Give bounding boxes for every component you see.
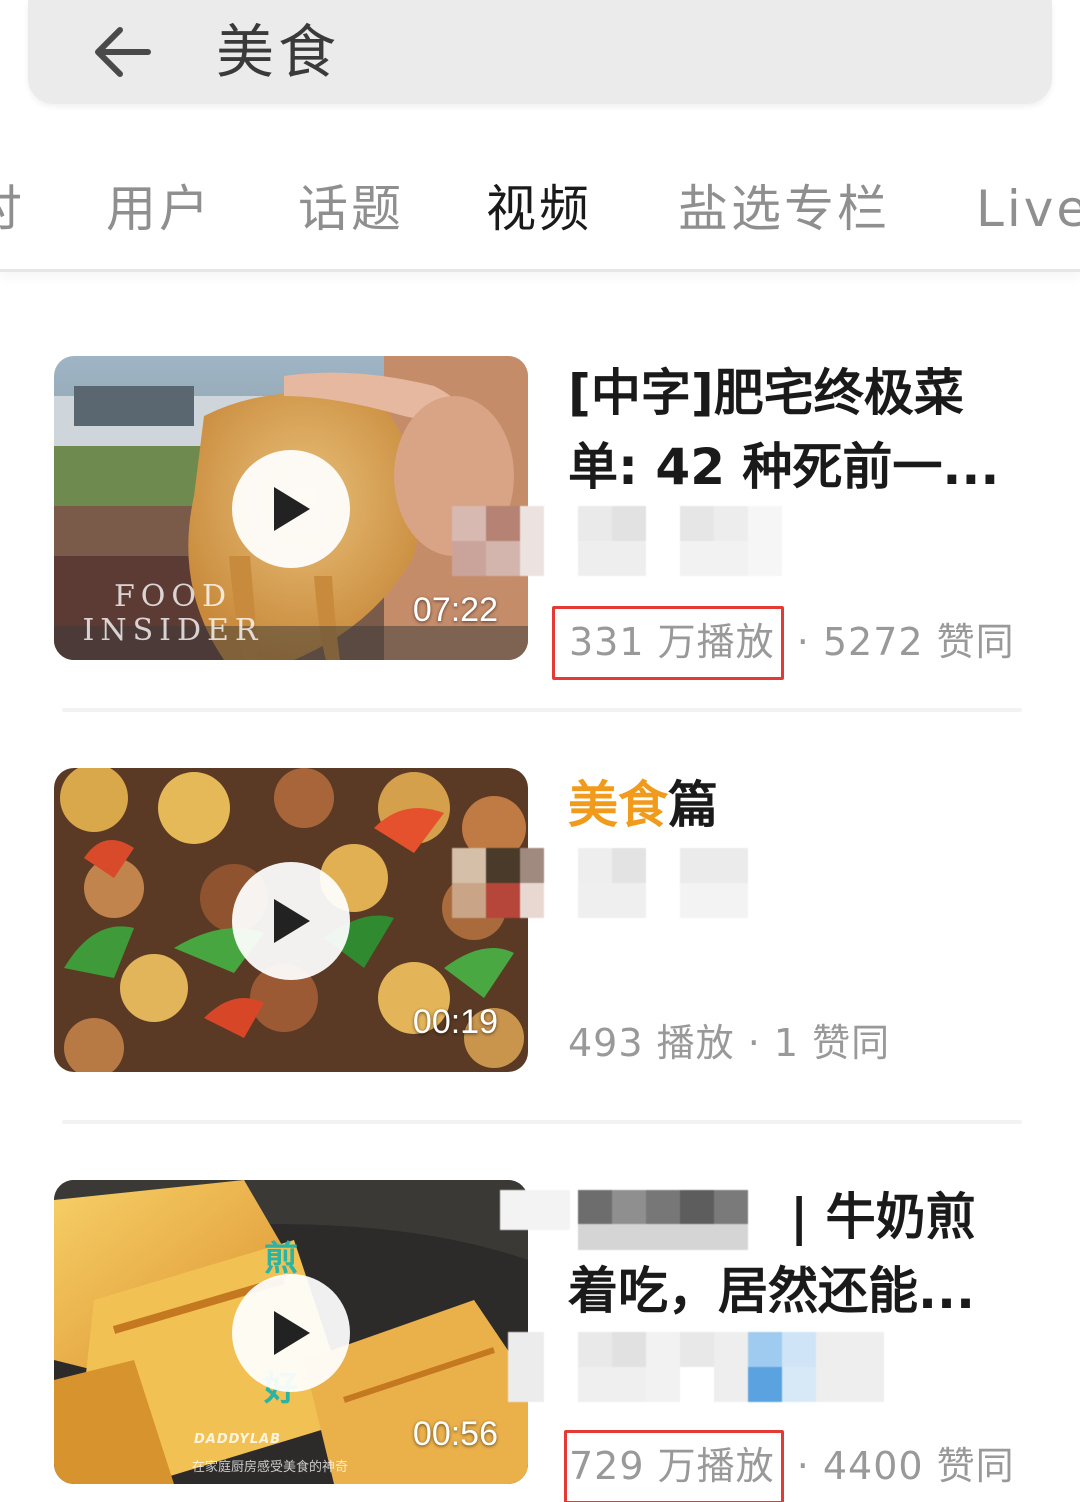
play-count: 493 播放 — [568, 1021, 735, 1065]
tab-partial[interactable]: 讨 — [0, 178, 25, 240]
tab-salt-column[interactable]: 盐选专栏 — [678, 178, 890, 240]
video-card[interactable]: 00:19 美食篇 493 播放 · 1 赞同 — [0, 768, 1080, 1128]
video-title-line2[interactable]: 着吃，居然还能... — [568, 1254, 1008, 1328]
title-highlight: 美食 — [568, 776, 668, 834]
tab-topics[interactable]: 话题 — [298, 178, 404, 240]
play-icon — [274, 1311, 310, 1355]
food-insider-watermark: FOOD INSIDER — [58, 580, 288, 648]
blurred-author-area — [452, 848, 752, 918]
like-count: 1 赞同 — [773, 1021, 891, 1065]
video-stats: 493 播放 · 1 赞同 — [568, 1018, 890, 1068]
play-count: 729 万播放 — [564, 1430, 784, 1502]
stats-separator: · — [783, 620, 823, 664]
video-title-line1[interactable]: | 牛奶煎 — [790, 1180, 1050, 1254]
video-duration: 00:56 — [412, 1415, 498, 1453]
video-thumbnail[interactable]: 00:19 — [54, 768, 528, 1072]
video-duration: 00:19 — [412, 1003, 498, 1041]
search-results-page: 美食 讨 用户 话题 视频 盐选专栏 Live — [0, 0, 1080, 1502]
svg-text:煎: 煎 — [264, 1239, 298, 1279]
video-thumbnail[interactable]: 煎 好 DADDYLAB 在家庭厨房感受美食的神奇 00:56 — [54, 1180, 528, 1484]
search-query-text[interactable]: 美食 — [216, 18, 340, 86]
video-title[interactable]: [中字]肥宅终极菜单: 42 种死前一... — [568, 356, 1008, 504]
tab-videos[interactable]: 视频 — [486, 178, 592, 240]
video-card[interactable]: FOOD INSIDER 07:22 [中字]肥宅终极菜单: 42 种死前一..… — [0, 356, 1080, 716]
like-count: 5272 赞同 — [822, 620, 1015, 664]
video-duration: 07:22 — [412, 591, 498, 629]
tab-users[interactable]: 用户 — [106, 178, 212, 240]
back-arrow-icon[interactable] — [92, 24, 152, 80]
title-text: 篇 — [668, 776, 718, 834]
stats-separator: · — [783, 1444, 823, 1488]
video-stats: 331 万播放 · 5272 赞同 — [552, 606, 1015, 680]
result-type-tabs: 讨 用户 话题 视频 盐选专栏 Live — [0, 150, 1080, 272]
daddylab-watermark: DADDYLAB — [194, 1432, 282, 1447]
tab-live[interactable]: Live — [976, 178, 1080, 240]
play-icon — [274, 487, 310, 531]
play-button[interactable] — [232, 450, 350, 568]
stats-separator: · — [734, 1021, 774, 1065]
blurred-title-area — [500, 1180, 780, 1250]
video-subtitle: 在家庭厨房感受美食的神奇 — [192, 1460, 349, 1475]
play-button[interactable] — [232, 862, 350, 980]
search-bar[interactable]: 美食 — [28, 0, 1052, 104]
video-stats: 729 万播放 · 4400 赞同 — [564, 1430, 1015, 1502]
watermark-text: FOOD INSIDER — [82, 579, 264, 648]
blurred-author-area — [452, 506, 852, 576]
divider — [62, 708, 1022, 712]
like-count: 4400 赞同 — [822, 1444, 1015, 1488]
play-count: 331 万播放 — [552, 606, 784, 680]
video-card[interactable]: 煎 好 DADDYLAB 在家庭厨房感受美食的神奇 00:56 — [0, 1180, 1080, 1502]
blurred-author-area — [508, 1332, 928, 1402]
video-title[interactable]: 美食篇 — [568, 768, 1008, 842]
divider — [62, 1120, 1022, 1124]
play-icon — [274, 899, 310, 943]
play-button[interactable] — [232, 1274, 350, 1392]
